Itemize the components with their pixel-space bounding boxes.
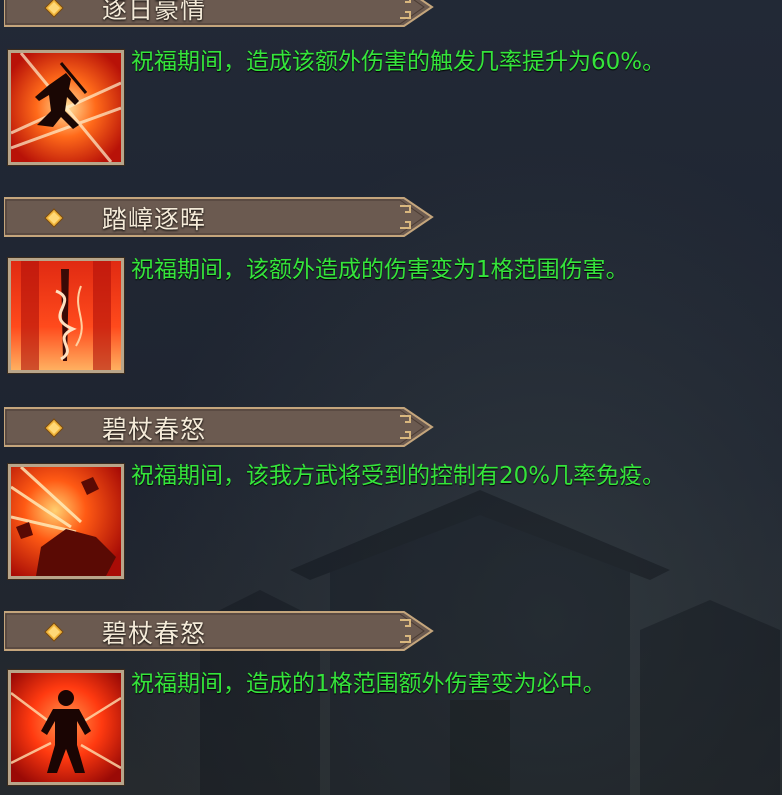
skill-title-banner: 碧杖春怒 bbox=[4, 606, 434, 656]
diamond-bullet-icon bbox=[44, 622, 64, 642]
skill-title: 碧杖春怒 bbox=[102, 619, 207, 648]
banner-frame bbox=[4, 611, 434, 651]
shattered-rock-icon[interactable] bbox=[7, 463, 125, 580]
swordsman-silhouette-icon[interactable] bbox=[7, 49, 125, 166]
banner-frame bbox=[4, 407, 434, 447]
skill-title: 踏嶂逐晖 bbox=[102, 205, 207, 234]
skill-description: 祝福期间，造成该额外伤害的触发几率提升为60%。 bbox=[131, 49, 666, 75]
skill-title: 碧杖春怒 bbox=[102, 415, 207, 444]
skill-title-banner: 逐日豪情 bbox=[4, 0, 434, 32]
banner-frame bbox=[4, 0, 434, 27]
skill-title: 逐日豪情 bbox=[102, 0, 207, 24]
warrior-aura-icon[interactable] bbox=[7, 669, 125, 786]
banner-frame bbox=[4, 197, 434, 237]
diamond-bullet-icon bbox=[44, 208, 64, 228]
skill-title-banner: 碧杖春怒 bbox=[4, 402, 434, 452]
diamond-bullet-icon bbox=[44, 418, 64, 438]
skill-description: 祝福期间，该我方武将受到的控制有20%几率免疫。 bbox=[131, 463, 666, 489]
skill-description: 祝福期间，造成的1格范围额外伤害变为必中。 bbox=[131, 671, 606, 697]
skill-description: 祝福期间，该额外造成的伤害变为1格范围伤害。 bbox=[131, 257, 629, 283]
spear-flame-icon[interactable] bbox=[7, 257, 125, 374]
diamond-bullet-icon bbox=[44, 0, 64, 18]
skill-title-banner: 踏嶂逐晖 bbox=[4, 192, 434, 242]
